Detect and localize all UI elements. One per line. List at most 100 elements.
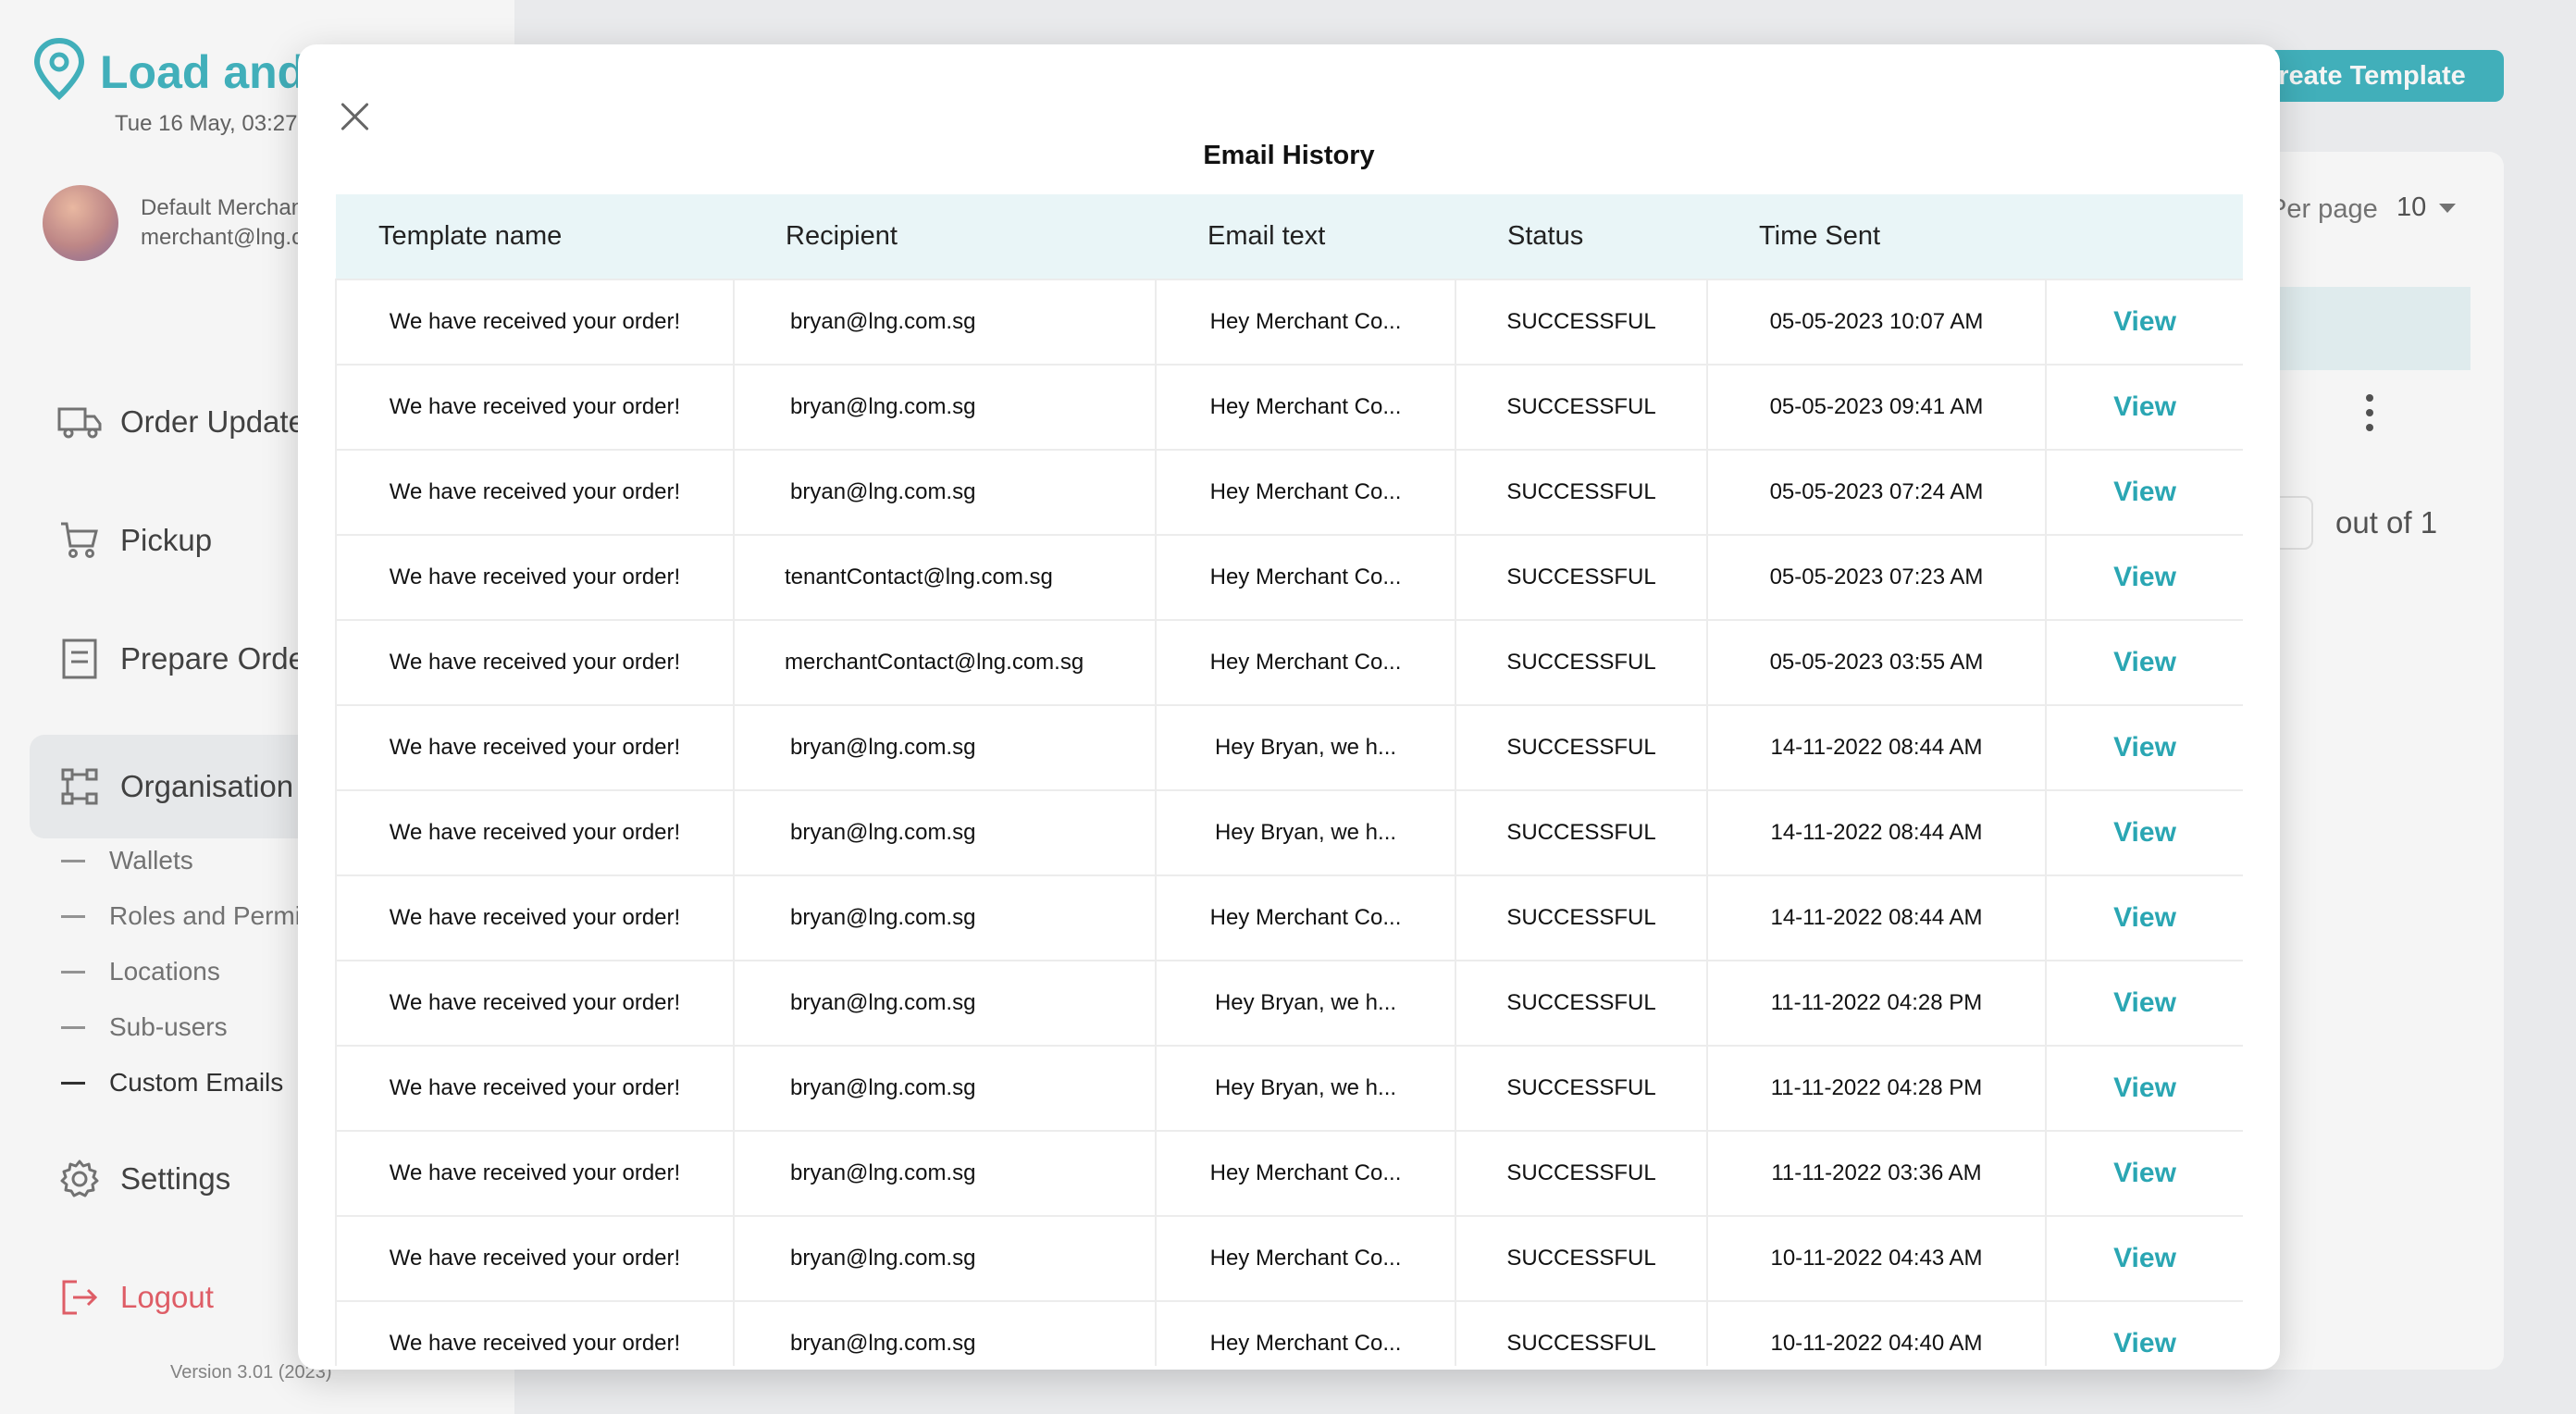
recipient-cell: bryan@lng.com.sg — [733, 789, 1157, 876]
view-link[interactable]: View — [2113, 562, 2176, 592]
template-name-cell: We have received your order! — [335, 449, 735, 536]
status-cell: SUCCESSFUL — [1455, 789, 1708, 876]
table-row: We have received your order! bryan@lng.co… — [335, 1300, 2243, 1366]
template-name-cell: We have received your order! — [335, 1300, 735, 1366]
view-link[interactable]: View — [2113, 732, 2176, 763]
email-text-cell: Hey Bryan, we h... — [1155, 789, 1456, 876]
time-sent-cell: 10-11-2022 04:40 AM — [1706, 1300, 2047, 1366]
column-header-actions — [2046, 194, 2243, 279]
template-name-cell: We have received your order! — [335, 1130, 735, 1217]
view-cell: View — [2045, 1215, 2243, 1302]
table-row: We have received your order! bryan@lng.co… — [335, 1045, 2243, 1132]
recipient-cell: bryan@lng.com.sg — [733, 279, 1157, 366]
email-text-cell: Hey Merchant Co... — [1155, 449, 1456, 536]
view-link[interactable]: View — [2113, 647, 2176, 677]
view-cell: View — [2045, 449, 2243, 536]
recipient-cell: bryan@lng.com.sg — [733, 449, 1157, 536]
view-cell: View — [2045, 1300, 2243, 1366]
status-cell: SUCCESSFUL — [1455, 960, 1708, 1047]
view-cell: View — [2045, 279, 2243, 366]
status-cell: SUCCESSFUL — [1455, 1215, 1708, 1302]
view-cell: View — [2045, 704, 2243, 791]
table-row: We have received your order! tenantContac… — [335, 534, 2243, 621]
view-link[interactable]: View — [2113, 902, 2176, 933]
template-name-cell: We have received your order! — [335, 364, 735, 451]
view-link[interactable]: View — [2113, 477, 2176, 507]
table-row: We have received your order! bryan@lng.co… — [335, 1130, 2243, 1217]
view-link[interactable]: View — [2113, 306, 2176, 337]
time-sent-cell: 11-11-2022 04:28 PM — [1706, 960, 2047, 1047]
view-link[interactable]: View — [2113, 987, 2176, 1018]
time-sent-cell: 14-11-2022 08:44 AM — [1706, 704, 2047, 791]
status-cell: SUCCESSFUL — [1455, 874, 1708, 961]
recipient-cell: bryan@lng.com.sg — [733, 364, 1157, 451]
view-cell: View — [2045, 364, 2243, 451]
modal-title: Email History — [1203, 141, 1375, 170]
recipient-cell: bryan@lng.com.sg — [733, 1300, 1157, 1366]
email-history-modal: Email History Template name Recipient Em… — [298, 44, 2280, 1370]
time-sent-cell: 14-11-2022 08:44 AM — [1706, 789, 2047, 876]
status-cell: SUCCESSFUL — [1455, 704, 1708, 791]
status-cell: SUCCESSFUL — [1455, 619, 1708, 706]
status-cell: SUCCESSFUL — [1455, 449, 1708, 536]
template-name-cell: We have received your order! — [335, 619, 735, 706]
template-name-cell: We have received your order! — [335, 704, 735, 791]
recipient-cell: bryan@lng.com.sg — [733, 1215, 1157, 1302]
column-header[interactable]: Template name — [336, 194, 734, 279]
template-name-cell: We have received your order! — [335, 1045, 735, 1132]
time-sent-cell: 05-05-2023 03:55 AM — [1706, 619, 2047, 706]
column-header[interactable]: Status — [1455, 194, 1707, 279]
recipient-cell: bryan@lng.com.sg — [733, 960, 1157, 1047]
recipient-cell: tenantContact@lng.com.sg — [733, 534, 1157, 621]
recipient-cell: bryan@lng.com.sg — [733, 874, 1157, 961]
view-cell: View — [2045, 1130, 2243, 1217]
time-sent-cell: 05-05-2023 10:07 AM — [1706, 279, 2047, 366]
column-header[interactable]: Time Sent — [1707, 194, 2046, 279]
view-link[interactable]: View — [2113, 1073, 2176, 1103]
status-cell: SUCCESSFUL — [1455, 1300, 1708, 1366]
email-text-cell: Hey Merchant Co... — [1155, 1130, 1456, 1217]
view-link[interactable]: View — [2113, 1243, 2176, 1273]
table-row: We have received your order! bryan@lng.co… — [335, 960, 2243, 1047]
view-cell: View — [2045, 789, 2243, 876]
email-history-table: Template name Recipient Email text Statu… — [335, 194, 2243, 1366]
view-link[interactable]: View — [2113, 817, 2176, 848]
view-cell: View — [2045, 960, 2243, 1047]
view-link[interactable]: View — [2113, 391, 2176, 422]
table-row: We have received your order! bryan@lng.co… — [335, 874, 2243, 961]
template-name-cell: We have received your order! — [335, 874, 735, 961]
time-sent-cell: 14-11-2022 08:44 AM — [1706, 874, 2047, 961]
time-sent-cell: 05-05-2023 09:41 AM — [1706, 364, 2047, 451]
status-cell: SUCCESSFUL — [1455, 1045, 1708, 1132]
email-text-cell: Hey Merchant Co... — [1155, 1300, 1456, 1366]
template-name-cell: We have received your order! — [335, 534, 735, 621]
email-text-cell: Hey Bryan, we h... — [1155, 960, 1456, 1047]
view-link[interactable]: View — [2113, 1158, 2176, 1188]
view-link[interactable]: View — [2113, 1328, 2176, 1358]
table-header-row: Template name Recipient Email text Statu… — [336, 194, 2243, 279]
status-cell: SUCCESSFUL — [1455, 534, 1708, 621]
recipient-cell: bryan@lng.com.sg — [733, 1130, 1157, 1217]
table-row: We have received your order! bryan@lng.co… — [335, 279, 2243, 366]
column-header[interactable]: Recipient — [734, 194, 1156, 279]
recipient-cell: merchantContact@lng.com.sg — [733, 619, 1157, 706]
column-header[interactable]: Email text — [1156, 194, 1455, 279]
email-text-cell: Hey Merchant Co... — [1155, 1215, 1456, 1302]
view-cell: View — [2045, 1045, 2243, 1132]
recipient-cell: bryan@lng.com.sg — [733, 1045, 1157, 1132]
status-cell: SUCCESSFUL — [1455, 364, 1708, 451]
email-text-cell: Hey Merchant Co... — [1155, 619, 1456, 706]
template-name-cell: We have received your order! — [335, 279, 735, 366]
template-name-cell: We have received your order! — [335, 789, 735, 876]
table-row: We have received your order! bryan@lng.co… — [335, 789, 2243, 876]
time-sent-cell: 10-11-2022 04:43 AM — [1706, 1215, 2047, 1302]
email-history-table-container[interactable]: Template name Recipient Email text Statu… — [335, 194, 2243, 1366]
table-row: We have received your order! merchantCont… — [335, 619, 2243, 706]
email-text-cell: Hey Merchant Co... — [1155, 279, 1456, 366]
template-name-cell: We have received your order! — [335, 1215, 735, 1302]
time-sent-cell: 11-11-2022 04:28 PM — [1706, 1045, 2047, 1132]
email-text-cell: Hey Bryan, we h... — [1155, 704, 1456, 791]
status-cell: SUCCESSFUL — [1455, 1130, 1708, 1217]
close-icon[interactable] — [335, 96, 376, 137]
email-text-cell: Hey Merchant Co... — [1155, 534, 1456, 621]
